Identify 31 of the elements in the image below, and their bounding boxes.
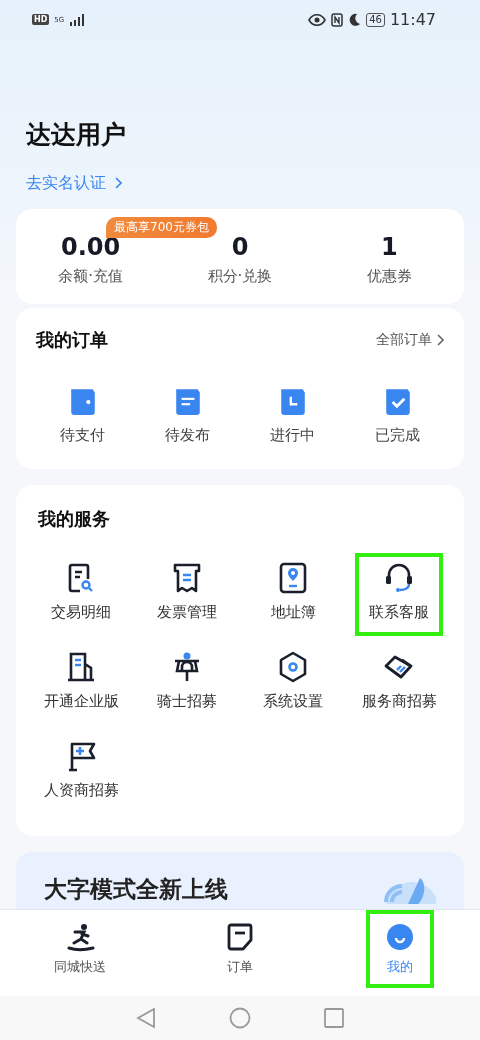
stat-value: 0 (231, 232, 249, 261)
user-name: 达达用户 (26, 118, 127, 151)
service-button[interactable]: 发票管理 (143, 553, 231, 636)
banner-card[interactable]: 大字模式全新上线 (16, 852, 464, 909)
order-status-button[interactable]: 待发布 (135, 386, 240, 446)
service-button[interactable]: 骑士招募 (143, 642, 231, 725)
stat-label[interactable]: 余额·充值 (58, 266, 124, 286)
service-button[interactable]: 系统设置 (249, 642, 337, 725)
battery-indicator: 46 (366, 12, 385, 27)
all-orders-link[interactable]: 全部订单 (376, 331, 444, 350)
hd-badge: HD (32, 14, 50, 26)
tab[interactable]: 订单 (206, 910, 274, 988)
section-title: 我的服务 (36, 507, 111, 531)
service-button[interactable]: 交易明细 (37, 553, 125, 636)
order-status-button[interactable]: 进行中 (240, 386, 345, 446)
service-button[interactable]: 服务商招募 (355, 642, 443, 725)
clock-time: 11:47 (389, 10, 436, 30)
service-button[interactable]: 开通企业版 (37, 642, 125, 725)
section-title: 我的订单 (36, 328, 108, 353)
order-status-button[interactable]: 待支付 (30, 386, 135, 446)
promo-badge: 最高享700元券包 (106, 216, 217, 238)
service-button[interactable]: 联系客服 (355, 553, 443, 636)
banner-title: 大字模式全新上线 (44, 875, 228, 904)
stat-label[interactable]: 优惠券 (366, 266, 412, 286)
tab[interactable]: 同城快送 (46, 910, 114, 988)
stat-label[interactable]: 积分·兑换 (207, 266, 273, 286)
service-button[interactable]: 人资商招募 (37, 731, 125, 814)
stat-value: 1 (380, 232, 398, 261)
service-button[interactable]: 地址簿 (249, 553, 337, 636)
order-status-button[interactable]: 已完成 (345, 386, 450, 446)
tab[interactable]: 我的 (366, 910, 434, 988)
